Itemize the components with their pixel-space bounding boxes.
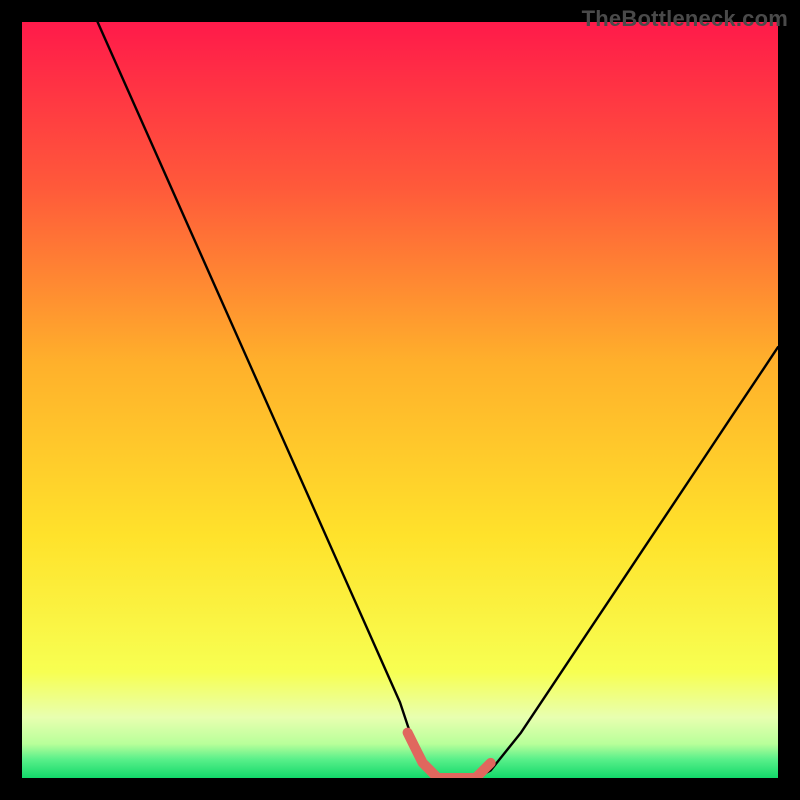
bottleneck-chart (0, 0, 800, 800)
chart-stage: { "watermark": "TheBottleneck.com", "col… (0, 0, 800, 800)
watermark-text: TheBottleneck.com (582, 6, 788, 32)
gradient-field (22, 22, 778, 778)
